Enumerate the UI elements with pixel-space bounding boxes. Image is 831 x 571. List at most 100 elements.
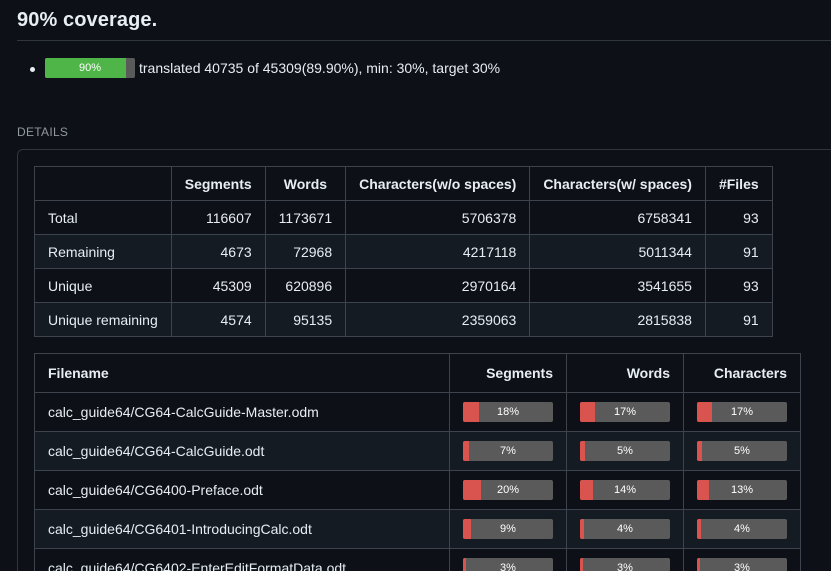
page-title: 90% coverage. — [17, 9, 158, 31]
file-name: calc_guide64/CG6401-IntroducingCalc.odt — [34, 509, 450, 549]
file-words-progress-label: 17% — [613, 406, 637, 418]
file-characters-progress-bar: 13% — [697, 480, 787, 500]
stats-row-label: Total — [34, 200, 172, 235]
file-characters-progress-label: 3% — [734, 562, 750, 571]
file-characters-progress-label: 13% — [730, 484, 754, 496]
stats-row-label: Unique remaining — [34, 302, 172, 337]
files-header-segments: Segments — [449, 353, 567, 393]
file-segments-progress-label: 9% — [500, 523, 516, 535]
files-header-row: Filename Segments Words Characters — [34, 353, 801, 393]
file-name: calc_guide64/CG6400-Preface.odt — [34, 470, 450, 510]
file-characters-progress-bar: 17% — [697, 402, 787, 422]
stats-cell-chars-no-spaces: 2359063 — [345, 302, 531, 337]
file-characters-cell: 4% — [683, 509, 801, 549]
file-segments-cell: 20% — [449, 470, 567, 510]
file-segments-progress-label: 3% — [500, 562, 516, 571]
file-characters-progress-label: 5% — [734, 445, 750, 457]
file-characters-cell: 3% — [683, 548, 801, 571]
file-segments-progress-bar: 18% — [463, 402, 553, 422]
file-row: calc_guide64/CG64-CalcGuide-Master.odm 18… — [34, 392, 801, 432]
file-name: calc_guide64/CG6402-EnterEditFormatData.… — [34, 548, 450, 571]
file-row: calc_guide64/CG6400-Preface.odt 20% 14% 13% — [34, 470, 801, 510]
report-page: 90% coverage. 90% translated 40735 of 45… — [0, 0, 831, 571]
stats-cell-files: 91 — [704, 234, 773, 269]
stats-cell-chars-with-spaces: 6758341 — [529, 200, 706, 235]
file-words-progress-bar: 5% — [580, 441, 670, 461]
file-segments-progress-bar: 7% — [463, 441, 553, 461]
file-row: calc_guide64/CG6402-EnterEditFormatData.… — [34, 548, 801, 571]
coverage-summary: 90% translated 40735 of 45309(89.90%), m… — [30, 57, 500, 79]
file-words-cell: 3% — [566, 548, 684, 571]
file-words-progress-label: 14% — [613, 484, 637, 496]
stats-row-total: Total 116607 1173671 5706378 6758341 93 — [34, 200, 773, 235]
file-words-progress-label: 3% — [617, 562, 633, 571]
stats-cell-words: 1173671 — [264, 200, 347, 235]
coverage-progress-bar: 90% — [45, 58, 135, 78]
file-words-cell: 14% — [566, 470, 684, 510]
list-bullet — [30, 66, 35, 72]
file-segments-cell: 7% — [449, 431, 567, 471]
stats-header-files: #Files — [704, 166, 773, 201]
stats-cell-segments: 4574 — [170, 302, 266, 337]
details-heading: DETAILS — [17, 125, 69, 139]
file-segments-cell: 18% — [449, 392, 567, 432]
file-segments-cell: 9% — [449, 509, 567, 549]
stats-cell-files: 91 — [704, 302, 773, 337]
file-segments-progress-label: 20% — [496, 484, 520, 496]
file-segments-progress-bar: 3% — [463, 558, 553, 571]
stats-cell-chars-no-spaces: 4217118 — [345, 234, 531, 269]
stats-cell-chars-with-spaces: 5011344 — [529, 234, 706, 269]
stats-cell-chars-no-spaces: 5706378 — [345, 200, 531, 235]
file-words-progress-bar: 3% — [580, 558, 670, 571]
stats-row-label: Unique — [34, 268, 172, 303]
file-characters-progress-bar: 4% — [697, 519, 787, 539]
file-words-cell: 5% — [566, 431, 684, 471]
file-segments-progress-bar: 9% — [463, 519, 553, 539]
file-words-cell: 4% — [566, 509, 684, 549]
stats-row-unique-remaining: Unique remaining 4574 95135 2359063 2815… — [34, 302, 773, 337]
stats-cell-segments: 116607 — [170, 200, 266, 235]
stats-cell-chars-with-spaces: 2815838 — [529, 302, 706, 337]
file-segments-progress-label: 7% — [500, 445, 516, 457]
file-row: calc_guide64/CG6401-IntroducingCalc.odt 9… — [34, 509, 801, 549]
file-characters-cell: 5% — [683, 431, 801, 471]
file-characters-cell: 13% — [683, 470, 801, 510]
file-words-progress-label: 5% — [617, 445, 633, 457]
stats-header-blank — [34, 166, 172, 201]
file-name: calc_guide64/CG64-CalcGuide-Master.odm — [34, 392, 450, 432]
files-header-filename: Filename — [34, 353, 450, 393]
title-divider — [17, 40, 831, 41]
stats-row-unique: Unique 45309 620896 2970164 3541655 93 — [34, 268, 773, 303]
stats-table: Segments Words Characters(w/o spaces) Ch… — [34, 166, 773, 337]
files-table: Filename Segments Words Characters calc_… — [34, 353, 801, 571]
stats-cell-segments: 45309 — [170, 268, 266, 303]
file-row: calc_guide64/CG64-CalcGuide.odt 7% 5% 5% — [34, 431, 801, 471]
stats-cell-chars-with-spaces: 3541655 — [529, 268, 706, 303]
stats-cell-files: 93 — [704, 200, 773, 235]
stats-row-remaining: Remaining 4673 72968 4217118 5011344 91 — [34, 234, 773, 269]
stats-cell-words: 620896 — [264, 268, 347, 303]
stats-row-label: Remaining — [34, 234, 172, 269]
coverage-summary-text: translated 40735 of 45309(89.90%), min: … — [139, 60, 501, 76]
stats-cell-words: 72968 — [264, 234, 347, 269]
file-segments-cell: 3% — [449, 548, 567, 571]
file-words-progress-bar: 14% — [580, 480, 670, 500]
file-characters-progress-label: 17% — [730, 406, 754, 418]
stats-cell-segments: 4673 — [170, 234, 266, 269]
file-words-progress-label: 4% — [617, 523, 633, 535]
stats-header-words: Words — [264, 166, 347, 201]
file-words-progress-bar: 4% — [580, 519, 670, 539]
coverage-progress-label: 90% — [78, 62, 102, 74]
files-header-characters: Characters — [683, 353, 801, 393]
file-characters-progress-bar: 3% — [697, 558, 787, 571]
file-words-progress-bar: 17% — [580, 402, 670, 422]
file-characters-progress-label: 4% — [734, 523, 750, 535]
file-characters-cell: 17% — [683, 392, 801, 432]
stats-header-chars-with-spaces: Characters(w/ spaces) — [529, 166, 706, 201]
file-words-cell: 17% — [566, 392, 684, 432]
file-segments-progress-bar: 20% — [463, 480, 553, 500]
file-segments-progress-label: 18% — [496, 406, 520, 418]
stats-header-row: Segments Words Characters(w/o spaces) Ch… — [34, 166, 773, 201]
file-characters-progress-bar: 5% — [697, 441, 787, 461]
stats-cell-chars-no-spaces: 2970164 — [345, 268, 531, 303]
